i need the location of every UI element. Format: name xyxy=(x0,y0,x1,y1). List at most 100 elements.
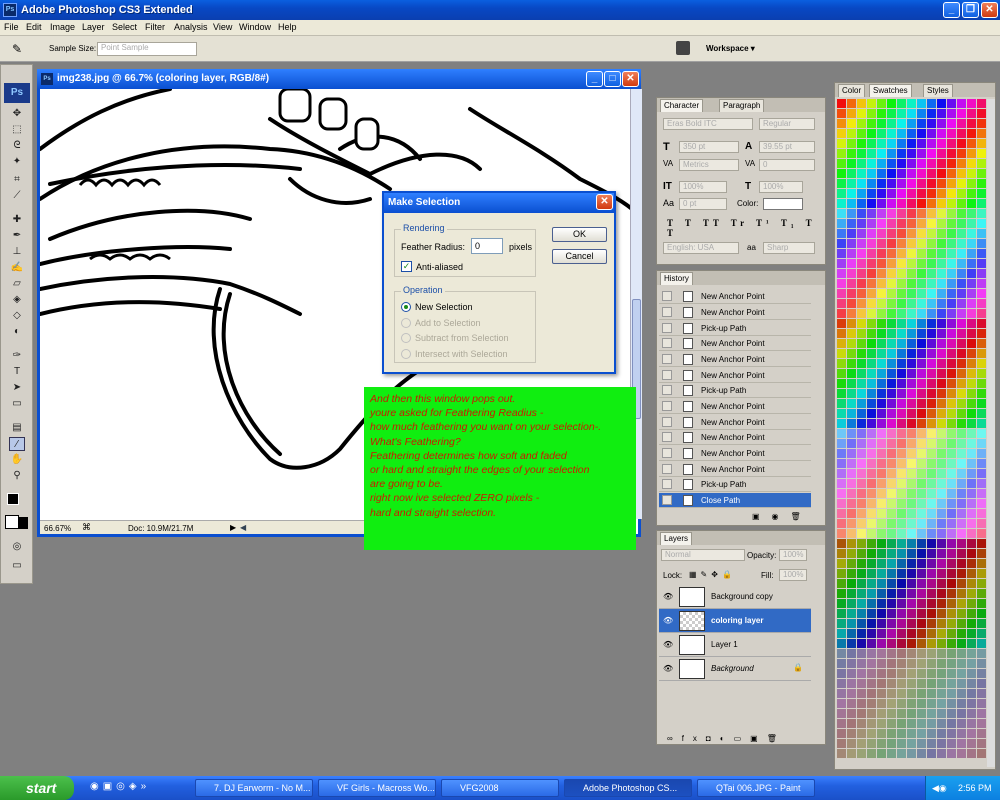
hand-tool-icon[interactable]: ✋ xyxy=(9,453,25,467)
history-checkbox[interactable] xyxy=(662,307,672,317)
close-button[interactable]: ✕ xyxy=(981,2,998,18)
history-item[interactable]: New Anchor Point xyxy=(659,399,811,414)
screen-mode-icon[interactable]: ▭ xyxy=(9,559,25,573)
menu-select[interactable]: Select xyxy=(112,22,137,32)
feather-radius-input[interactable]: 0 xyxy=(471,238,503,254)
task-paint[interactable]: QTai 006.JPG - Paint xyxy=(697,779,815,797)
notes-tool-icon[interactable]: ▤ xyxy=(9,421,25,435)
intersect-selection-radio[interactable] xyxy=(401,349,411,359)
tracking-select[interactable]: 0 xyxy=(759,159,815,171)
workspace-menu[interactable]: Workspace ▾ xyxy=(706,44,755,53)
status-icon[interactable]: ⌘ xyxy=(82,522,91,533)
font-family-select[interactable]: Eras Bold ITC xyxy=(663,118,753,130)
foreground-white-swatch[interactable] xyxy=(5,515,19,529)
tab-color[interactable]: Color xyxy=(838,84,866,97)
eye-icon[interactable]: 👁 xyxy=(663,592,673,601)
pen-tool-icon[interactable]: ✑ xyxy=(9,349,25,363)
leading-input[interactable]: 39.55 pt xyxy=(759,141,815,153)
bucket-tool-icon[interactable]: ◈ xyxy=(9,293,25,307)
layer-row[interactable]: 👁 Background 🔒 xyxy=(659,657,811,681)
tab-layers[interactable]: Layers xyxy=(660,532,693,545)
doc-maximize-button[interactable]: □ xyxy=(604,71,621,87)
kerning-select[interactable]: Metrics xyxy=(679,159,739,171)
history-item[interactable]: Pick-up Path xyxy=(659,321,811,336)
history-item[interactable]: New Anchor Point xyxy=(659,305,811,320)
text-style-buttons[interactable]: T T TT Tr T¹ T₁ T T xyxy=(667,218,825,238)
task-photoshop[interactable]: Adobe Photoshop CS... xyxy=(564,779,692,797)
history-checkbox[interactable] xyxy=(662,370,672,380)
eyedropper-tool-icon[interactable]: ⁄ xyxy=(9,437,25,451)
menu-edit[interactable]: Edit xyxy=(26,22,42,32)
sample-size-select[interactable]: Point Sample xyxy=(97,42,197,56)
anti-aliased-checkbox[interactable]: ✓ xyxy=(401,261,412,272)
dialog-close-button[interactable]: ✕ xyxy=(596,194,613,210)
history-item[interactable]: New Anchor Point xyxy=(659,415,811,430)
tab-character[interactable]: Character xyxy=(660,99,704,112)
layers-footer-buttons[interactable]: ∞fx◘◐▭▣🗑 xyxy=(667,734,786,743)
lock-icons[interactable]: ▦✎✥🔒 xyxy=(689,570,736,579)
eye-icon[interactable]: 👁 xyxy=(663,616,673,625)
history-checkbox[interactable] xyxy=(662,464,672,474)
history-checkbox[interactable] xyxy=(662,291,672,301)
eye-icon[interactable]: 👁 xyxy=(663,664,673,673)
add-selection-radio[interactable] xyxy=(401,318,411,328)
blend-mode-select[interactable]: Normal xyxy=(661,549,745,561)
task-browser[interactable]: VF Girls - Macross Wo... xyxy=(318,779,436,797)
menu-layer[interactable]: Layer xyxy=(82,22,105,32)
blur-tool-icon[interactable]: ◇ xyxy=(9,309,25,323)
ok-button[interactable]: OK xyxy=(552,227,607,242)
menu-filter[interactable]: Filter xyxy=(145,22,165,32)
menu-window[interactable]: Window xyxy=(239,22,271,32)
history-item[interactable]: New Anchor Point xyxy=(659,352,811,367)
slice-tool-icon[interactable]: ⟋ xyxy=(9,189,25,203)
history-checkbox[interactable] xyxy=(662,432,672,442)
history-checkbox[interactable] xyxy=(662,385,672,395)
tab-history[interactable]: History xyxy=(660,272,693,285)
task-folder[interactable]: VFG2008 xyxy=(441,779,559,797)
status-menu-arrow-icon[interactable]: ▶ xyxy=(230,523,236,532)
history-brush-icon[interactable]: ✍ xyxy=(9,261,25,275)
quick-mask-icon[interactable]: ◎ xyxy=(9,540,25,554)
history-item[interactable]: New Anchor Point xyxy=(659,336,811,351)
history-checkbox[interactable] xyxy=(662,401,672,411)
tab-swatches[interactable]: Swatches xyxy=(869,84,912,97)
lasso-tool-icon[interactable]: ᘓ xyxy=(9,139,25,153)
doc-minimize-button[interactable]: _ xyxy=(586,71,603,87)
layer-row-selected[interactable]: 👁 coloring layer xyxy=(659,609,811,633)
type-tool-icon[interactable]: T xyxy=(9,365,25,379)
language-select[interactable]: English: USA xyxy=(663,242,739,254)
stamp-tool-icon[interactable]: ⊥ xyxy=(9,245,25,259)
opacity-input[interactable]: 100% xyxy=(779,549,807,561)
subtract-selection-radio[interactable] xyxy=(401,333,411,343)
history-item[interactable]: New Anchor Point xyxy=(659,289,811,304)
doc-close-button[interactable]: ✕ xyxy=(622,71,639,87)
history-checkbox[interactable] xyxy=(662,479,672,489)
tab-paragraph[interactable]: Paragraph xyxy=(719,99,765,112)
layer-row[interactable]: 👁 Background copy xyxy=(659,585,811,609)
baseline-shift-input[interactable]: 0 pt xyxy=(679,198,727,210)
brush-tool-icon[interactable]: ✒ xyxy=(9,229,25,243)
restore-button[interactable]: ❐ xyxy=(962,2,979,18)
history-item[interactable]: New Anchor Point xyxy=(659,368,811,383)
tray-icons[interactable]: ◀◉ xyxy=(932,776,947,800)
marquee-tool-icon[interactable]: ⬚ xyxy=(9,123,25,137)
history-item[interactable]: New Anchor Point xyxy=(659,462,811,477)
shape-tool-icon[interactable]: ▭ xyxy=(9,397,25,411)
zoom-level[interactable]: 66.67% xyxy=(44,524,71,533)
eye-icon[interactable]: 👁 xyxy=(663,640,673,649)
zoom-tool-icon[interactable]: ⚲ xyxy=(9,469,25,483)
tab-styles[interactable]: Styles xyxy=(923,84,953,97)
minimize-button[interactable]: _ xyxy=(943,2,960,18)
history-checkbox[interactable] xyxy=(662,354,672,364)
history-checkbox[interactable] xyxy=(662,417,672,427)
horizontal-scale-input[interactable]: 100% xyxy=(759,181,803,193)
crop-tool-icon[interactable]: ⌗ xyxy=(9,173,25,187)
history-item-selected[interactable]: Close Path xyxy=(659,493,811,508)
scroll-left-icon[interactable]: ◀ xyxy=(240,523,246,532)
swatches-scrollbar[interactable] xyxy=(987,99,995,767)
text-color-swatch[interactable] xyxy=(763,198,803,210)
eraser-tool-icon[interactable]: ▱ xyxy=(9,277,25,291)
magic-wand-tool-icon[interactable]: ✦ xyxy=(9,155,25,169)
history-item[interactable]: New Anchor Point xyxy=(659,430,811,445)
antialias-select[interactable]: Sharp xyxy=(763,242,815,254)
